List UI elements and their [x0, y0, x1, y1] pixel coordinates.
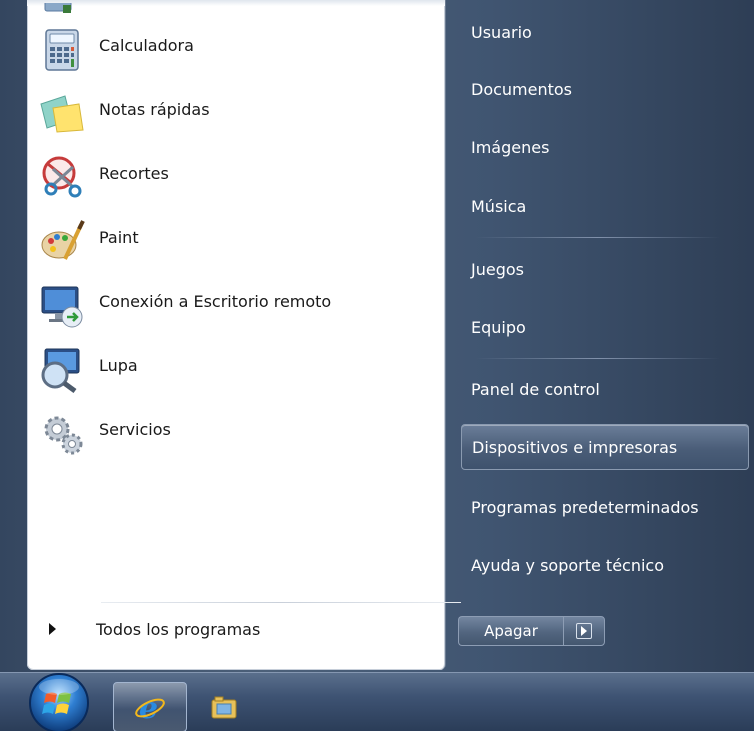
remote-desktop-icon — [37, 281, 87, 331]
program-item-escritorio-remoto[interactable]: Conexión a Escritorio remoto — [33, 278, 439, 334]
program-label: Paint — [99, 227, 139, 247]
program-label: Calculadora — [99, 35, 194, 55]
program-item-lupa[interactable]: Lupa — [33, 342, 439, 398]
svg-text:e: e — [139, 691, 158, 724]
right-item-label: Usuario — [471, 22, 532, 42]
program-item-servicios[interactable]: Servicios — [33, 406, 439, 462]
divider — [475, 358, 720, 359]
right-item-label: Dispositivos e impresoras — [472, 437, 678, 457]
shutdown-button[interactable]: Apagar — [458, 616, 563, 646]
all-programs-button[interactable]: Todos los programas — [33, 612, 439, 646]
program-label: Notas rápidas — [99, 99, 210, 119]
right-item-musica[interactable]: Música — [471, 189, 741, 223]
program-label: Recortes — [99, 163, 169, 183]
snipping-tool-icon — [37, 153, 87, 203]
program-label: Servicios — [99, 419, 171, 439]
right-item-label: Equipo — [471, 317, 526, 337]
program-item-recortes[interactable]: Recortes — [33, 150, 439, 206]
program-item-notas-rapidas[interactable]: Notas rápidas — [33, 86, 439, 142]
folder-library-icon — [211, 696, 237, 719]
expand-arrow-icon — [49, 623, 56, 635]
programs-panel: Calculadora Notas rápidas Recortes Paint… — [27, 0, 461, 670]
start-menu-window: Calculadora Notas rápidas Recortes Paint… — [0, 0, 754, 731]
right-item-label: Imágenes — [471, 137, 550, 157]
right-item-panel-de-control[interactable]: Panel de control — [471, 372, 741, 406]
internet-explorer-icon: e — [135, 691, 165, 724]
right-item-programas-predeterminados[interactable]: Programas predeterminados — [471, 490, 741, 524]
shutdown-control: Apagar — [458, 616, 605, 646]
program-label: Conexión a Escritorio remoto — [99, 291, 332, 311]
windows-logo-icon — [29, 673, 89, 731]
program-label: Lupa — [99, 355, 138, 375]
right-item-label: Documentos — [471, 79, 573, 99]
magnifier-icon — [37, 345, 87, 395]
right-item-label: Panel de control — [471, 379, 600, 399]
all-programs-label: Todos los programas — [96, 619, 261, 639]
shutdown-options-button[interactable] — [563, 616, 605, 646]
taskbar-button-explorer[interactable] — [204, 690, 244, 726]
program-item-calculadora[interactable]: Calculadora — [33, 22, 439, 78]
divider — [101, 602, 461, 603]
paint-icon — [37, 217, 87, 267]
right-item-documentos[interactable]: Documentos — [471, 72, 741, 106]
partial-program-icon — [39, 0, 79, 13]
right-item-juegos[interactable]: Juegos — [471, 252, 741, 286]
start-button[interactable] — [24, 670, 94, 731]
right-item-dispositivos-e-impresoras[interactable]: Dispositivos e impresoras — [461, 424, 749, 470]
right-item-usuario[interactable]: Usuario — [471, 15, 741, 49]
shutdown-label: Apagar — [484, 622, 538, 640]
right-item-label: Ayuda y soporte técnico — [471, 555, 665, 575]
right-item-label: Juegos — [471, 259, 524, 279]
right-item-imagenes[interactable]: Imágenes — [471, 130, 741, 164]
right-item-label: Programas predeterminados — [471, 497, 699, 517]
right-item-ayuda-y-soporte[interactable]: Ayuda y soporte técnico — [471, 548, 741, 582]
calculator-icon — [37, 25, 87, 75]
panel-top-edge — [27, 0, 445, 6]
services-icon — [37, 409, 87, 459]
taskbar-button-internet-explorer[interactable]: e — [113, 682, 187, 731]
sticky-notes-icon — [37, 89, 87, 139]
right-item-equipo[interactable]: Equipo — [471, 310, 741, 344]
places-panel: Usuario Documentos Imágenes Música Juego… — [455, 0, 754, 670]
arrow-right-icon — [576, 623, 592, 639]
right-item-label: Música — [471, 196, 527, 216]
divider — [475, 237, 720, 238]
program-item-paint[interactable]: Paint — [33, 214, 439, 270]
